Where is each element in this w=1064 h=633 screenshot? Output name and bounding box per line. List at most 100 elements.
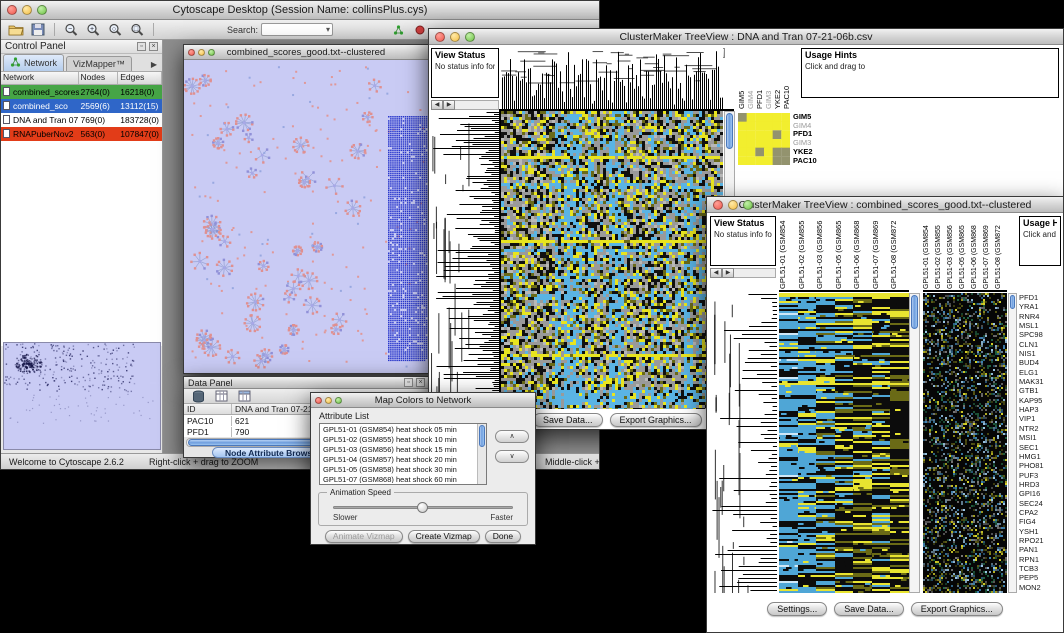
gene-label[interactable]: HRD3 xyxy=(1019,480,1063,489)
tab-overflow-icon[interactable]: ▶ xyxy=(148,58,160,71)
minimize-button[interactable] xyxy=(325,397,332,404)
slider-thumb[interactable] xyxy=(417,502,428,513)
zoom-fit-icon[interactable]: □ xyxy=(128,22,146,38)
open-session-icon[interactable] xyxy=(7,22,25,38)
gene-label[interactable]: VIP1 xyxy=(1019,414,1063,423)
float-panel-icon[interactable]: ▫ xyxy=(137,42,146,51)
gene-label[interactable]: NIS1 xyxy=(1019,349,1063,358)
minimize-button[interactable] xyxy=(198,49,205,56)
column-gene-label[interactable]: GIM5 xyxy=(738,47,747,109)
gene-label[interactable]: HAP3 xyxy=(1019,405,1063,414)
gene-label[interactable]: RPN1 xyxy=(1019,555,1063,564)
overview-array-label[interactable]: GPL51-08 (GSM872 xyxy=(995,215,1007,289)
scrollbar-thumb[interactable] xyxy=(1010,295,1015,309)
float-panel-icon[interactable]: ▫ xyxy=(404,378,413,387)
tab-network[interactable]: Network xyxy=(3,54,64,71)
minimize-button[interactable] xyxy=(22,5,32,15)
gene-label[interactable]: PUF3 xyxy=(1019,471,1063,480)
gene-label[interactable]: YRA1 xyxy=(1019,302,1063,311)
attribute-table-icon[interactable] xyxy=(212,388,230,404)
zoom-window-button[interactable] xyxy=(208,49,215,56)
zoom-selected-icon[interactable]: ○ xyxy=(106,22,124,38)
attribute-item[interactable]: GPL51-04 (GSM857) heat shock 20 min xyxy=(321,455,476,465)
save-session-icon[interactable] xyxy=(29,22,47,38)
move-down-button[interactable]: ∨ xyxy=(495,450,529,463)
attribute-matrix-icon[interactable] xyxy=(235,388,253,404)
zoom-window-button[interactable] xyxy=(335,397,342,404)
search-input[interactable]: ▾ xyxy=(261,23,333,36)
attribute-item[interactable]: GPL51-01 (GSM854) heat shock 05 min xyxy=(321,425,476,435)
done-button[interactable]: Done xyxy=(485,530,521,543)
scrollbar-thumb[interactable] xyxy=(479,425,485,447)
gene-label[interactable]: MSI1 xyxy=(1019,433,1063,442)
column-array-label[interactable]: GPL51-03 (GSM856 xyxy=(816,215,835,289)
close-panel-icon[interactable]: × xyxy=(149,42,158,51)
save-data-button[interactable]: Save Data... xyxy=(834,602,904,616)
column-gene-label[interactable]: GIM3 xyxy=(765,47,774,109)
column-header-nodes[interactable]: Nodes xyxy=(79,72,119,84)
network-row[interactable]: combined_sco2569(6)13112(15) xyxy=(1,99,162,113)
scrollbar-track[interactable] xyxy=(734,268,776,278)
create-vizmap-button[interactable]: Create Vizmap xyxy=(408,530,480,543)
scrollbar-thumb[interactable] xyxy=(911,295,918,329)
gene-label[interactable]: NTR2 xyxy=(1019,424,1063,433)
column-gene-label[interactable]: PAC10 xyxy=(783,47,792,109)
animation-speed-slider[interactable] xyxy=(333,506,513,509)
scroll-right-icon[interactable]: ▶ xyxy=(443,100,455,110)
scroll-left-icon[interactable]: ◀ xyxy=(431,100,443,110)
network-row[interactable]: combined_scores2764(0)16218(0) xyxy=(1,85,162,99)
gene-label[interactable]: PEP5 xyxy=(1019,573,1063,582)
gene-label[interactable]: PAN1 xyxy=(1019,545,1063,554)
scroll-right-icon[interactable]: ▶ xyxy=(722,268,734,278)
network-view-titlebar[interactable]: combined_scores_good.txt--clustered xyxy=(184,45,428,60)
column-header-id[interactable]: ID xyxy=(184,404,232,414)
gene-label[interactable]: PFD1 xyxy=(1019,293,1063,302)
gene-label[interactable]: YSH1 xyxy=(1019,527,1063,536)
column-array-label[interactable]: GPL51-05 (GSM865 xyxy=(835,215,854,289)
gene-label[interactable]: HMG1 xyxy=(1019,452,1063,461)
export-graphics-button[interactable]: Export Graphics... xyxy=(911,602,1003,616)
row-dendrogram-canvas[interactable] xyxy=(429,111,499,409)
network-view-canvas[interactable] xyxy=(184,60,428,373)
main-titlebar[interactable]: Cytoscape Desktop (Session Name: collins… xyxy=(1,1,599,20)
close-button[interactable] xyxy=(188,49,195,56)
network-row[interactable]: DNA and Tran 07769(0)183728(0) xyxy=(1,113,162,127)
summary-matrix-canvas[interactable] xyxy=(738,113,790,165)
close-button[interactable] xyxy=(713,200,723,210)
treeview2-titlebar[interactable]: ClusterMaker TreeView : combined_scores_… xyxy=(707,197,1063,213)
overview-array-label[interactable]: GPL51-05 (GSM865 xyxy=(959,215,971,289)
overview-array-label[interactable]: GPL51-07 (GSM869 xyxy=(983,215,995,289)
gene-label[interactable]: SPC98 xyxy=(1019,330,1063,339)
column-dendrogram-canvas[interactable] xyxy=(501,47,723,109)
attribute-item[interactable]: GPL51-05 (GSM858) heat shock 30 min xyxy=(321,465,476,475)
annotation-icon[interactable] xyxy=(411,22,429,38)
heatmap-canvas[interactable] xyxy=(779,293,909,593)
attribute-list-scrollbar[interactable] xyxy=(477,424,486,484)
column-array-label[interactable]: GPL51-02 (GSM855 xyxy=(798,215,817,289)
gene-label[interactable]: PHO81 xyxy=(1019,461,1063,470)
heatmap-vscrollbar[interactable] xyxy=(909,293,920,593)
zoom-window-button[interactable] xyxy=(37,5,47,15)
close-button[interactable] xyxy=(315,397,322,404)
treeview1-titlebar[interactable]: ClusterMaker TreeView : DNA and Tran 07-… xyxy=(429,29,1063,45)
move-up-button[interactable]: ∧ xyxy=(495,430,529,443)
zoom-out-icon[interactable]: − xyxy=(62,22,80,38)
network-overview-thumbnail[interactable] xyxy=(3,342,161,450)
network-overview-icon[interactable] xyxy=(389,22,407,38)
scroll-left-icon[interactable]: ◀ xyxy=(710,268,722,278)
animate-vizmap-button[interactable]: Animate Vizmap xyxy=(325,530,403,543)
column-gene-label[interactable]: PFD1 xyxy=(756,47,765,109)
close-panel-icon[interactable]: × xyxy=(416,378,425,387)
overview-array-label[interactable]: GPL51-02 (GSM855 xyxy=(935,215,947,289)
gene-label[interactable]: GPI16 xyxy=(1019,489,1063,498)
gene-label[interactable]: ELG1 xyxy=(1019,368,1063,377)
gene-label[interactable]: RNR4 xyxy=(1019,312,1063,321)
zoom-in-icon[interactable]: + xyxy=(84,22,102,38)
gene-label[interactable]: SEC1 xyxy=(1019,443,1063,452)
zoom-window-button[interactable] xyxy=(465,32,475,42)
gene-label[interactable]: RPO21 xyxy=(1019,536,1063,545)
scrollbar-track[interactable] xyxy=(455,100,499,110)
row-gene-label[interactable]: PAC10 xyxy=(793,157,829,166)
attribute-cylinder-icon[interactable] xyxy=(189,388,207,404)
close-button[interactable] xyxy=(435,32,445,42)
